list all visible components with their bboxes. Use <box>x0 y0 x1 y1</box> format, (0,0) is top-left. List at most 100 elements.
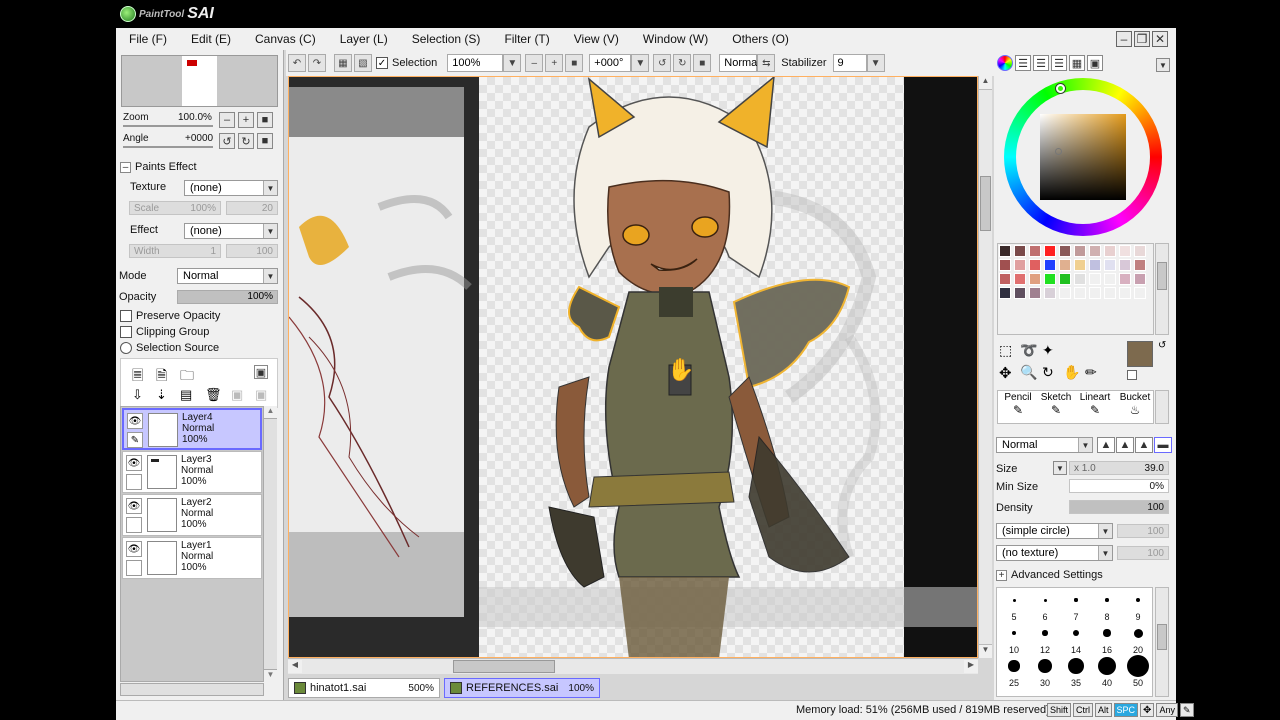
swatch-scroll-thumb[interactable] <box>1157 262 1167 290</box>
move-icon[interactable]: ✥ <box>999 364 1012 382</box>
layer-item[interactable]: 👁 Layer1 Normal 100% <box>122 537 262 579</box>
color-swatch[interactable] <box>1119 259 1131 271</box>
hscroll-thumb[interactable] <box>453 660 555 673</box>
alt-key[interactable]: Alt <box>1095 703 1112 717</box>
minimize-button[interactable]: – <box>1116 31 1132 47</box>
color-swatch[interactable] <box>1014 245 1026 257</box>
angle-field[interactable]: +000° <box>589 54 632 72</box>
undo-icon[interactable]: ↶ <box>288 54 306 72</box>
color-wheel-icon[interactable] <box>997 55 1013 71</box>
menu-window[interactable]: Window (W) <box>630 32 719 46</box>
min-size-slider[interactable]: 0% <box>1069 479 1169 493</box>
zoom-actual-icon[interactable]: ■ <box>565 54 584 72</box>
layer-item[interactable]: 👁 ✎ Layer4 Normal 100% <box>122 408 262 450</box>
menu-others[interactable]: Others (O) <box>719 32 800 46</box>
menu-file[interactable]: File (F) <box>116 32 178 46</box>
preserve-opacity-checkbox[interactable]: Preserve Opacity <box>120 310 220 322</box>
menu-canvas[interactable]: Canvas (C) <box>242 32 327 46</box>
rotate-right-button[interactable]: ↻ <box>238 133 254 149</box>
color-swatch[interactable] <box>1059 273 1071 285</box>
rotate-cw-icon[interactable]: ↻ <box>673 54 692 72</box>
hsv-slider-icon[interactable]: ☰ <box>1033 55 1049 71</box>
color-swatch[interactable] <box>1119 245 1131 257</box>
pen-icon[interactable]: ✎ <box>1179 703 1194 717</box>
zoom-field[interactable]: 100% <box>447 54 504 72</box>
close-button[interactable]: ✕ <box>1152 31 1168 47</box>
menu-selection[interactable]: Selection (S) <box>399 32 492 46</box>
color-swatch[interactable] <box>1134 273 1146 285</box>
zoom-out-button[interactable]: – <box>219 112 235 128</box>
color-swatch[interactable] <box>1014 259 1026 271</box>
new-folder-icon[interactable]: 🗀 <box>180 365 194 389</box>
rotate-tool-icon[interactable]: ↻ <box>1042 364 1054 381</box>
color-swatch[interactable] <box>1059 245 1071 257</box>
color-swatch[interactable] <box>1089 273 1101 285</box>
shape-flat-icon[interactable]: ▬ <box>1154 437 1172 453</box>
paints-effect-header[interactable]: – Paints Effect <box>120 161 197 173</box>
eye-icon[interactable]: 👁 <box>127 413 143 429</box>
color-swatch[interactable] <box>1119 273 1131 285</box>
scroll-left-icon[interactable]: ◀ <box>288 660 302 673</box>
layer-list-scrollbar[interactable]: ▲ ▼ <box>263 406 277 682</box>
color-swatch[interactable] <box>999 245 1011 257</box>
color-swatch[interactable] <box>1104 273 1116 285</box>
color-swatch[interactable] <box>1074 287 1086 299</box>
color-swatch[interactable] <box>1044 273 1056 285</box>
brush-texture-dropdown[interactable]: (no texture) ▼ <box>996 545 1113 561</box>
color-swatch[interactable] <box>1104 259 1116 271</box>
scroll-up-icon[interactable]: ▲ <box>979 76 992 90</box>
space-key[interactable]: SPC <box>1113 703 1139 717</box>
canvas-vscroll[interactable]: ▲ ▼ <box>978 76 992 658</box>
brush-shape-number[interactable]: 100 <box>1117 524 1169 538</box>
move-icon[interactable]: ✥ <box>1140 703 1155 717</box>
hue-marker[interactable] <box>1056 84 1065 93</box>
selection-toggle[interactable]: ✓ Selection <box>376 57 437 69</box>
merge-down-icon[interactable]: ⇣ <box>156 387 167 403</box>
swatch-scrollbar[interactable] <box>1155 243 1169 335</box>
brush-preset-dot[interactable] <box>1098 657 1116 675</box>
texture-dropdown[interactable]: (none) ▼ <box>184 180 278 196</box>
zoom-tool-icon[interactable]: 🔍 <box>1020 364 1037 381</box>
canvas-area[interactable]: ✋ <box>288 76 978 658</box>
brush-preset-dot[interactable] <box>1011 630 1017 636</box>
color-swatch[interactable] <box>1029 273 1041 285</box>
tool-sketch[interactable]: Sketch ✎ <box>1038 392 1074 417</box>
eye-icon[interactable]: 👁 <box>126 541 142 557</box>
color-swatch[interactable] <box>1044 245 1056 257</box>
brush-preset-dot[interactable] <box>1012 598 1016 602</box>
chevron-down-icon[interactable]: ▼ <box>503 54 522 72</box>
eye-icon[interactable]: 👁 <box>126 455 142 471</box>
layer-mask-icon[interactable]: ▣ <box>254 365 268 379</box>
brush-blend-dropdown[interactable]: Normal ▼ <box>996 437 1093 453</box>
saturation-value-square[interactable] <box>1040 114 1126 200</box>
color-swatch[interactable] <box>999 287 1011 299</box>
angle-slider[interactable] <box>123 146 213 148</box>
color-swatch[interactable] <box>1029 287 1041 299</box>
brush-preset-dot[interactable] <box>1008 660 1020 672</box>
scale-number[interactable]: 20 <box>226 201 278 215</box>
color-swatch[interactable] <box>1119 287 1131 299</box>
chevron-down-icon[interactable]: ▼ <box>1156 58 1170 72</box>
preset-scrollbar[interactable] <box>1155 587 1169 697</box>
scroll-up-icon[interactable]: ▲ <box>264 406 277 419</box>
color-swatch[interactable] <box>1044 287 1056 299</box>
color-swatch[interactable] <box>1074 259 1086 271</box>
brush-preset-dot[interactable] <box>1105 598 1109 602</box>
zoom-reset-button[interactable]: ■ <box>257 112 273 128</box>
brush-preset-dot[interactable] <box>1042 630 1048 636</box>
menu-view[interactable]: View (V) <box>561 32 630 46</box>
color-swatch[interactable] <box>1134 245 1146 257</box>
rotate-reset-button[interactable]: ■ <box>257 133 273 149</box>
clipping-group-checkbox[interactable]: Clipping Group <box>120 326 209 338</box>
shape-sharp-icon[interactable]: ▲ <box>1097 437 1115 453</box>
navigator-viewport[interactable] <box>186 59 198 67</box>
delete-layer-icon[interactable]: 🗑 <box>205 387 222 403</box>
navigator-preview[interactable] <box>121 55 278 107</box>
tool-pencil[interactable]: Pencil ✎ <box>1000 392 1036 417</box>
layer-list-hscroll[interactable] <box>120 683 264 696</box>
color-swatch[interactable] <box>1074 245 1086 257</box>
color-swatch[interactable] <box>1014 287 1026 299</box>
color-swatch[interactable] <box>1134 259 1146 271</box>
shape-soft-icon[interactable]: ▲ <box>1135 437 1153 453</box>
lasso-icon[interactable]: ➰ <box>1020 342 1037 359</box>
